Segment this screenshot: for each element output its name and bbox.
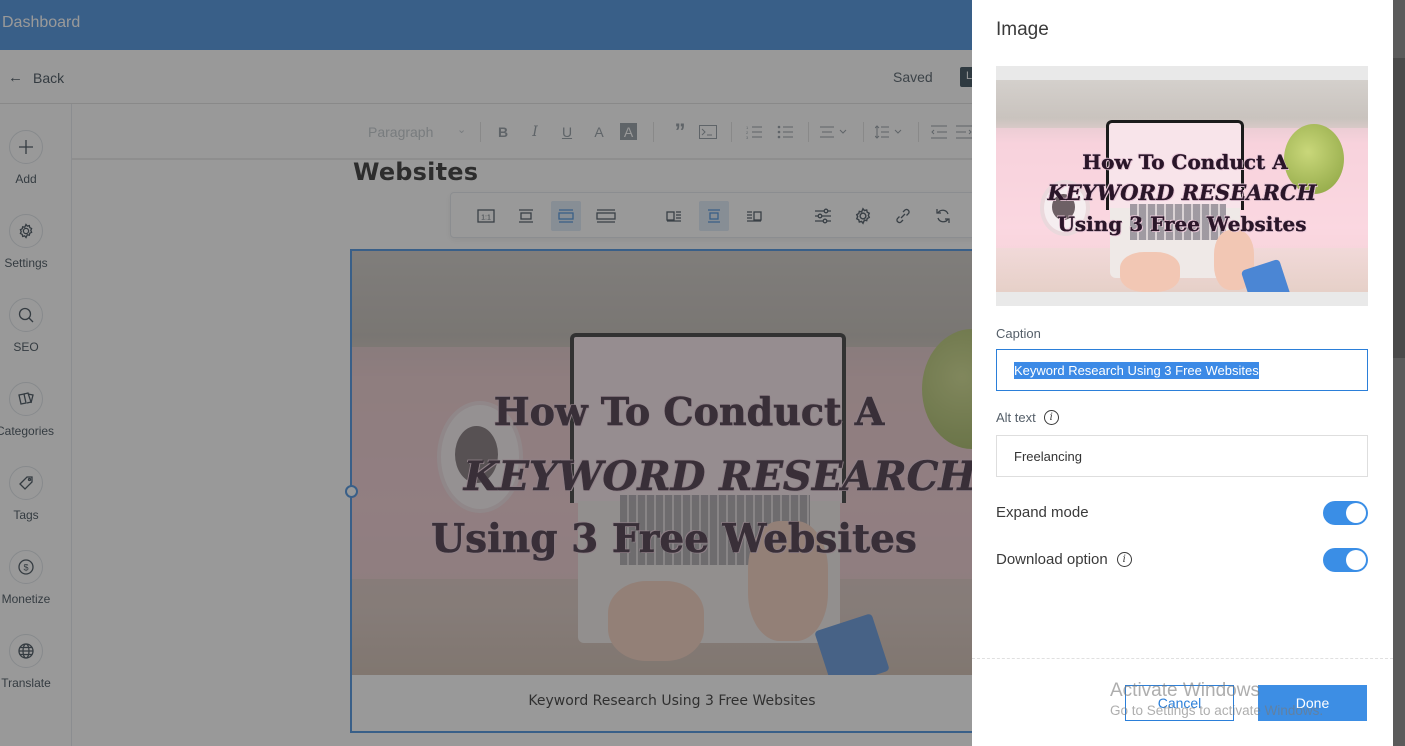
- preview-text-line2: KEYWORD RESEARCH: [1047, 180, 1317, 205]
- cancel-button[interactable]: Cancel: [1125, 685, 1234, 721]
- alt-text-value: Freelancing: [1014, 448, 1082, 464]
- caption-value: Keyword Research Using 3 Free Websites: [1014, 361, 1259, 379]
- preview-text-line1: How To Conduct A: [1082, 150, 1288, 174]
- scrollbar-thumb[interactable]: [1393, 58, 1405, 358]
- caption-input[interactable]: Keyword Research Using 3 Free Websites: [996, 349, 1368, 391]
- expand-mode-toggle[interactable]: [1323, 501, 1368, 525]
- divider: [972, 658, 1393, 659]
- info-icon[interactable]: i: [1116, 552, 1132, 567]
- download-option-toggle[interactable]: [1323, 548, 1368, 572]
- alt-text-input[interactable]: Freelancing: [996, 435, 1368, 477]
- image-preview: How To Conduct A KEYWORD RESEARCH Using …: [996, 66, 1368, 306]
- preview-text-line3: Using 3 Free Websites: [1057, 212, 1307, 236]
- image-settings-panel: Image How To Conduct A KEYWORD RESEARCH …: [972, 0, 1393, 746]
- done-button[interactable]: Done: [1258, 685, 1367, 721]
- info-icon[interactable]: i: [1043, 410, 1059, 425]
- alt-text-label: Alt text i: [996, 410, 1059, 425]
- download-option-label: Download option i: [996, 551, 1132, 568]
- expand-mode-label: Expand mode: [996, 504, 1089, 521]
- modal-backdrop[interactable]: [0, 0, 972, 746]
- caption-label: Caption: [996, 326, 1041, 341]
- panel-title: Image: [996, 19, 1049, 40]
